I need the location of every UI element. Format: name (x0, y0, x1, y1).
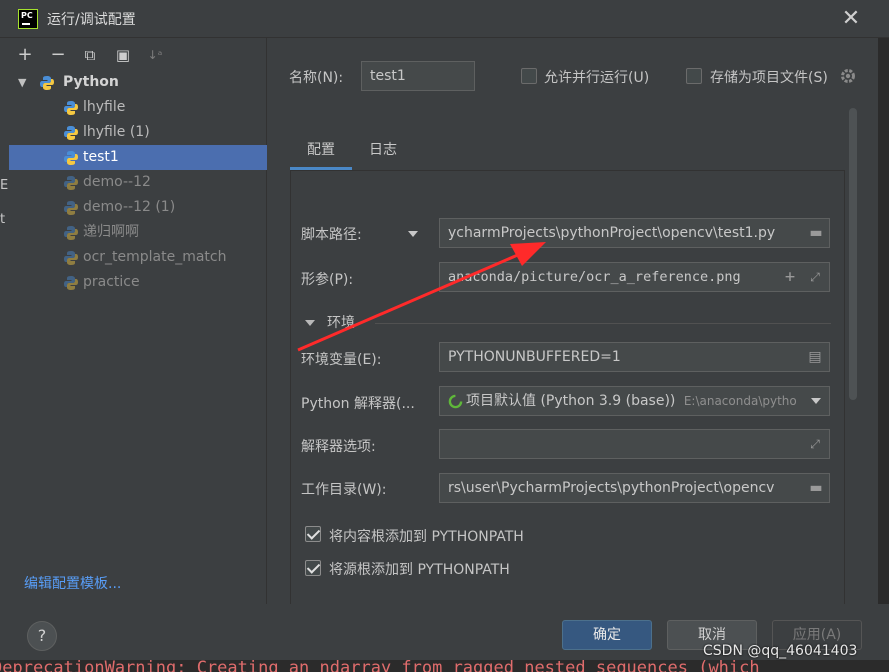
python-icon (64, 201, 78, 215)
folder-icon[interactable]: ▬ (805, 474, 827, 502)
chevron-down-icon[interactable] (305, 320, 315, 326)
run-debug-config-dialog: PC 运行/调试配置 ✕ + − ⧉ ▣ ↓ᵃ ▼ Python lhyfile… (0, 0, 889, 660)
title-bar: PC 运行/调试配置 ✕ (0, 0, 889, 38)
tree-item-label: practice (83, 274, 140, 290)
console-output-strip: DeprecationWarning: Creating an ndarray … (0, 660, 889, 672)
vertical-scrollbar[interactable] (849, 108, 857, 400)
config-form-panel: 名称(N): test1 允许并行运行(U) 存储为项目文件(S) 配置 日志 … (268, 38, 889, 623)
plus-icon[interactable]: + (779, 263, 801, 291)
edit-templates-link[interactable]: 编辑配置模板... (24, 573, 121, 593)
background-editor-edge (878, 38, 889, 604)
interpreter-value: 项目默认值 (Python 3.9 (base)) (466, 393, 676, 409)
python-icon (64, 151, 78, 165)
source-roots-checkbox[interactable] (305, 560, 321, 576)
folder-icon[interactable]: ▣ (112, 44, 134, 66)
tab-log[interactable]: 日志 (358, 138, 408, 170)
interp-options-input[interactable]: ⤢ (439, 429, 830, 459)
env-section-label: 环境 (327, 315, 355, 331)
expand-icon[interactable]: ⤢ (804, 263, 826, 291)
name-label: 名称(N): (289, 70, 344, 86)
params-label: 形参(P): (301, 272, 354, 288)
csdn-watermark: CSDN @qq_46041403 (703, 643, 858, 659)
env-vars-input[interactable]: PYTHONUNBUFFERED=1 ▤ (439, 342, 830, 372)
env-section-header[interactable]: 环境 (305, 312, 355, 332)
content-roots-label: 将内容根添加到 PYTHONPATH (329, 529, 524, 545)
python-icon (64, 251, 78, 265)
pycharm-logo-icon: PC (18, 9, 38, 29)
background-edge-text: t (0, 212, 6, 227)
gear-icon[interactable] (839, 67, 857, 85)
tree-item-label: demo--12 (1) (83, 199, 176, 215)
interpreter-label: Python 解释器(... (301, 396, 415, 412)
add-icon[interactable]: + (14, 44, 36, 66)
background-edge-text: E (0, 178, 9, 193)
tree-item[interactable]: practice (9, 270, 267, 295)
help-button[interactable]: ? (27, 621, 57, 651)
store-project-label: 存储为项目文件(S) (710, 70, 828, 86)
allow-parallel-label: 允许并行运行(U) (544, 70, 650, 86)
tree-item-label: demo--12 (83, 174, 151, 190)
chevron-down-icon[interactable]: ▼ (18, 70, 26, 95)
params-input[interactable]: anaconda/picture/ocr_a_reference.png + ⤢ (439, 262, 830, 292)
tree-item-label: lhyfile (83, 99, 126, 115)
store-project-checkbox[interactable] (686, 68, 702, 84)
content-roots-checkbox[interactable] (305, 526, 321, 542)
tree-item[interactable]: lhyfile (1) (9, 120, 267, 145)
sort-icon[interactable]: ↓ᵃ (144, 44, 166, 66)
workdir-value: rs\user\PycharmProjects\pythonProject\op… (448, 480, 775, 496)
params-value: anaconda/picture/ocr_a_reference.png (448, 269, 741, 285)
tree-item-label: 递归啊啊 (83, 224, 139, 240)
script-path-input[interactable]: ycharmProjects\pythonProject\opencv\test… (439, 218, 830, 248)
tree-item-label: ocr_template_match (83, 249, 227, 265)
close-icon[interactable]: ✕ (838, 6, 864, 32)
python-icon (64, 226, 78, 240)
tree-item[interactable]: demo--12 (9, 170, 267, 195)
python-icon (64, 101, 78, 115)
python-icon (64, 276, 78, 290)
python-icon (40, 76, 54, 90)
tree-root-label: Python (63, 74, 119, 90)
script-path-label: 脚本路径: (301, 227, 362, 243)
env-vars-value: PYTHONUNBUFFERED=1 (448, 349, 621, 365)
allow-parallel-checkbox[interactable] (521, 68, 537, 84)
tree-item[interactable]: test1 (9, 145, 267, 170)
source-roots-label: 将源根添加到 PYTHONPATH (329, 562, 510, 578)
tab-config[interactable]: 配置 (290, 138, 352, 170)
python-icon (64, 126, 78, 140)
config-tree: ▼ Python lhyfile lhyfile (1) test1 demo--12… (9, 70, 267, 295)
document-icon[interactable]: ▤ (804, 343, 826, 371)
name-input[interactable]: test1 (361, 61, 475, 91)
tree-root-python[interactable]: ▼ Python (9, 70, 267, 95)
python-icon (64, 176, 78, 190)
ok-button[interactable]: 确定 (562, 620, 652, 650)
env-vars-label: 环境变量(E): (301, 352, 382, 368)
window-title: 运行/调试配置 (47, 12, 136, 28)
workdir-input[interactable]: rs\user\PycharmProjects\pythonProject\op… (439, 473, 830, 503)
chevron-down-icon[interactable] (811, 398, 821, 404)
tree-item[interactable]: lhyfile (9, 95, 267, 120)
config-tree-panel: + − ⧉ ▣ ↓ᵃ ▼ Python lhyfile lhyfile (1) te… (0, 38, 267, 604)
interpreter-path: E:\anaconda\pytho (683, 394, 797, 408)
expand-icon[interactable]: ⤢ (804, 430, 826, 458)
interpreter-select[interactable]: 项目默认值 (Python 3.9 (base)) E:\anaconda\py… (439, 386, 830, 416)
script-path-value: ycharmProjects\pythonProject\opencv\test… (448, 225, 776, 241)
config-content: 脚本路径: ycharmProjects\pythonProject\openc… (290, 171, 845, 623)
tree-item[interactable]: ocr_template_match (9, 245, 267, 270)
copy-icon[interactable]: ⧉ (79, 44, 101, 66)
console-warning-text: DeprecationWarning: Creating an ndarray … (0, 660, 760, 672)
tree-item[interactable]: demo--12 (1) (9, 195, 267, 220)
tree-item[interactable]: 递归啊啊 (9, 220, 267, 245)
workdir-label: 工作目录(W): (301, 482, 387, 498)
script-type-dropdown-icon[interactable] (408, 231, 418, 237)
tree-item-label: lhyfile (1) (83, 124, 150, 140)
interp-options-label: 解释器选项: (301, 439, 376, 455)
folder-icon[interactable]: ▬ (805, 219, 827, 247)
env-section-divider (375, 323, 831, 324)
remove-icon[interactable]: − (47, 44, 69, 66)
tree-item-label: test1 (83, 149, 119, 165)
loading-spinner-icon (448, 394, 463, 409)
